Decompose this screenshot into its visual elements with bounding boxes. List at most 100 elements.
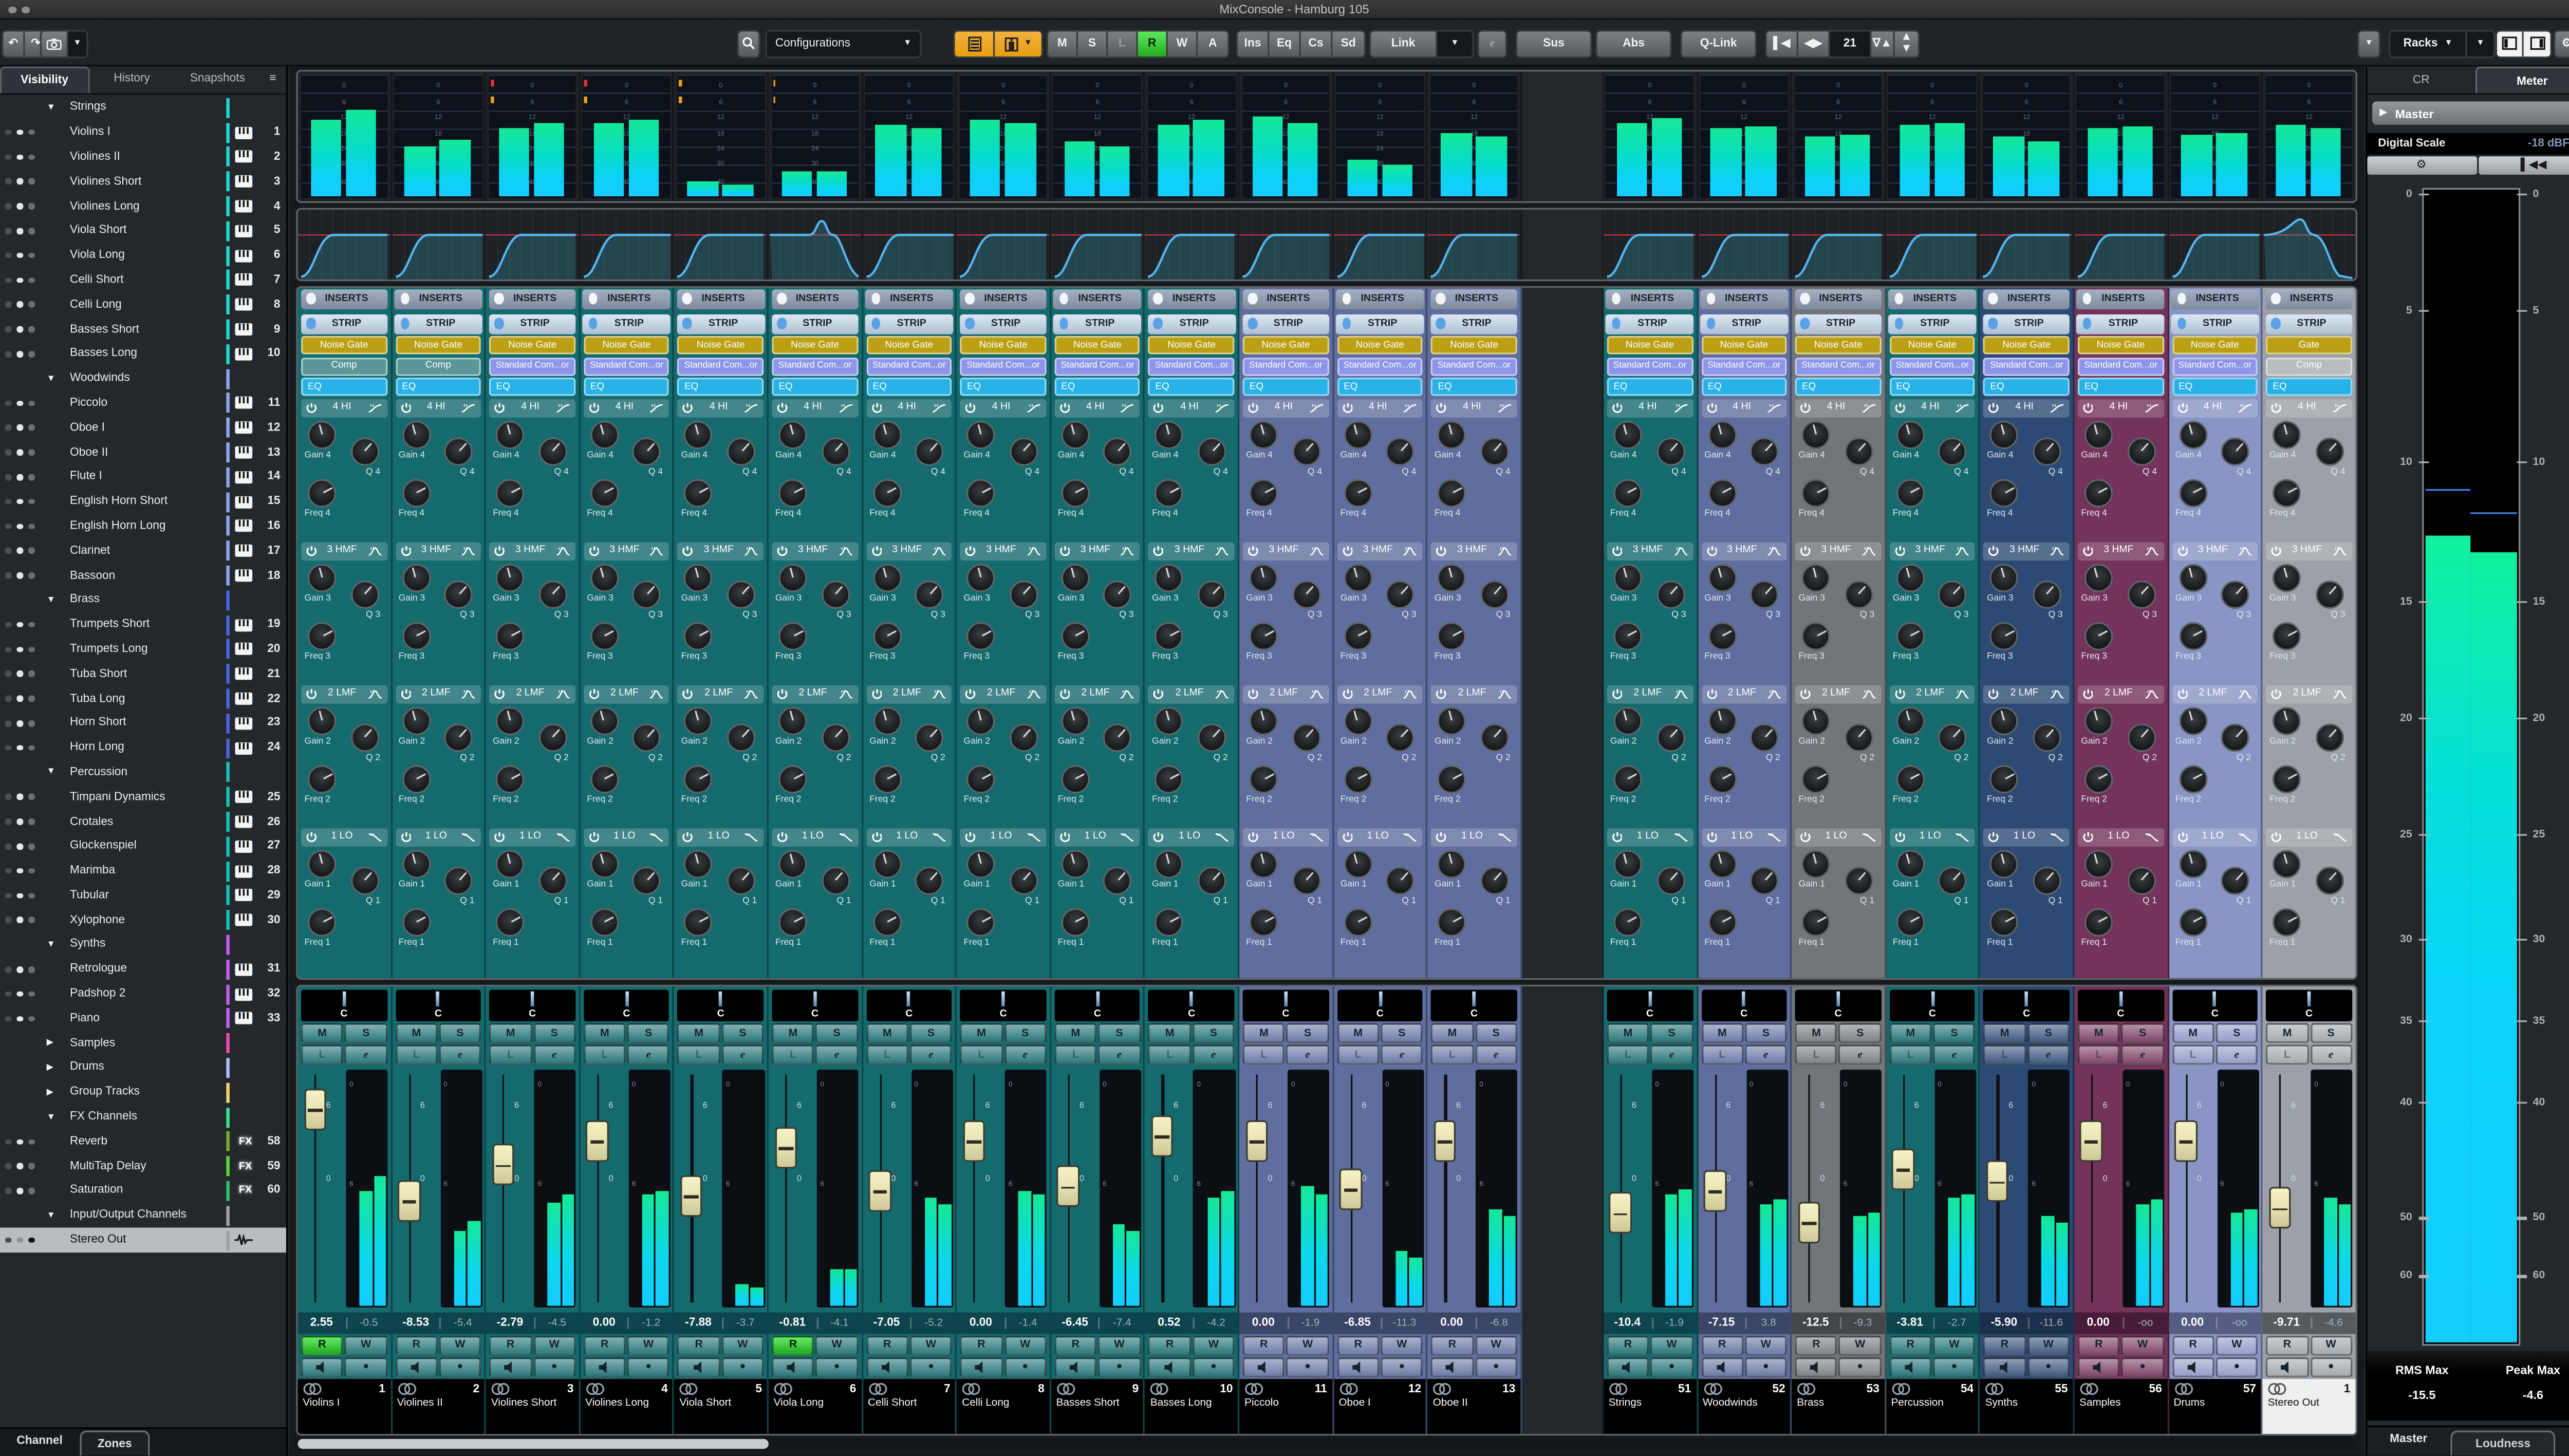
fader-track[interactable] <box>785 1075 788 1302</box>
peak-value[interactable]: -3.7 <box>722 1316 767 1329</box>
eq-curve-channel-basses-short[interactable] <box>1051 209 1146 279</box>
q-knob[interactable] <box>2315 436 2344 465</box>
eq-band-header-3-hmf[interactable]: 3 HMF <box>1431 542 1517 560</box>
navigate-icon[interactable]: ◀▶ <box>1798 30 1830 56</box>
state-dot[interactable] <box>5 744 11 751</box>
peak-value[interactable]: -5.4 <box>439 1316 484 1329</box>
state-dot[interactable] <box>5 154 11 160</box>
noise-gate-slot[interactable]: Noise Gate <box>1701 336 1787 354</box>
q-knob[interactable] <box>1939 866 1967 894</box>
record-enable-button[interactable]: ● <box>439 1356 481 1377</box>
zone-dropdown-arrow[interactable]: ▼ <box>2357 29 2381 58</box>
sidebar-item-tubular[interactable]: Tubular 29 <box>0 883 285 908</box>
freq-knob[interactable] <box>1249 907 1278 936</box>
fader-value[interactable]: -10.4 <box>1604 1317 1651 1329</box>
freq-knob[interactable] <box>1061 478 1090 507</box>
noise-gate-slot[interactable]: Noise Gate <box>1431 336 1517 354</box>
sidebar-item-bassoon[interactable]: Bassoon 18 <box>0 563 285 588</box>
q-knob[interactable] <box>350 436 379 465</box>
gain-knob[interactable] <box>1249 420 1278 449</box>
gain-knob[interactable] <box>1990 420 2019 449</box>
eq-slot[interactable]: EQ <box>1983 377 2070 396</box>
solo-button[interactable]: S <box>439 1023 481 1043</box>
solo-button[interactable]: S <box>1839 1023 1882 1043</box>
q-knob[interactable] <box>821 866 850 894</box>
freq-knob[interactable] <box>402 764 431 793</box>
solo-button[interactable]: S <box>533 1023 575 1043</box>
eq-band-header-1-lo[interactable]: 1 LO <box>1148 828 1235 846</box>
eq-slot[interactable]: EQ <box>1795 377 1882 396</box>
eq-band-header-4-hi[interactable]: 4 HI <box>1889 399 1976 417</box>
q-knob[interactable] <box>821 436 850 465</box>
sidebar-item-clarinet[interactable]: Clarinet 17 <box>0 539 285 564</box>
setup-gear-icon[interactable]: ⚙ <box>2554 29 2569 58</box>
gain-knob[interactable] <box>1438 706 1466 735</box>
state-dot[interactable] <box>5 671 11 677</box>
gain-knob[interactable] <box>402 706 431 735</box>
mute-button[interactable]: M <box>583 1023 626 1043</box>
eq-band-header-2-lmf[interactable]: 2 LMF <box>2172 685 2258 703</box>
gain-knob[interactable] <box>1438 563 1466 592</box>
compressor-slot[interactable]: Standard Com...or <box>2172 357 2258 376</box>
eq-band-header-4-hi[interactable]: 4 HI <box>583 399 670 417</box>
pan-control[interactable]: C <box>1054 988 1141 1021</box>
channel-state-button-r[interactable]: R <box>1138 30 1168 56</box>
gain-knob[interactable] <box>778 849 807 878</box>
eq-band-header-1-lo[interactable]: 1 LO <box>1795 828 1882 846</box>
write-automation-button[interactable]: W <box>815 1335 858 1355</box>
pan-control[interactable]: C <box>1607 988 1693 1021</box>
link-dropdown-arrow[interactable]: ▼ <box>1437 30 1473 56</box>
state-dot[interactable] <box>16 498 23 505</box>
eq-slot[interactable]: EQ <box>395 377 481 396</box>
sus-button[interactable]: Sus <box>1515 29 1592 58</box>
mute-button[interactable]: M <box>2266 1023 2309 1043</box>
tab-cr[interactable]: CR <box>2367 67 2476 94</box>
state-dot[interactable] <box>5 326 11 333</box>
freq-knob[interactable] <box>1990 478 2019 507</box>
monitor-button[interactable] <box>1701 1356 1743 1377</box>
q-knob[interactable] <box>538 722 567 751</box>
gain-knob[interactable] <box>967 563 996 592</box>
tab-visibility[interactable]: Visibility <box>0 66 89 92</box>
fader-value[interactable]: 0.52 <box>1145 1317 1193 1329</box>
q-knob[interactable] <box>727 436 756 465</box>
listen-button[interactable]: L <box>1889 1044 1932 1065</box>
eq-band-header-1-lo[interactable]: 1 LO <box>960 828 1047 846</box>
write-automation-button[interactable]: W <box>439 1335 481 1355</box>
noise-gate-slot[interactable]: Noise Gate <box>1889 336 1976 354</box>
fader-handle[interactable] <box>962 1119 985 1161</box>
read-automation-button[interactable]: R <box>960 1335 1003 1355</box>
gain-knob[interactable] <box>1896 849 1925 878</box>
state-dot[interactable] <box>5 991 11 997</box>
listen-button[interactable]: L <box>2172 1044 2214 1065</box>
eq-band-header-2-lmf[interactable]: 2 LMF <box>1889 685 1976 703</box>
freq-knob[interactable] <box>1707 764 1736 793</box>
state-dot[interactable] <box>28 252 34 259</box>
strip-header[interactable]: STRIP <box>1888 314 1977 334</box>
mute-button[interactable]: M <box>1701 1023 1743 1043</box>
sidebar-item-timpani-dynamics[interactable]: Timpani Dynamics 25 <box>0 785 285 810</box>
noise-gate-slot[interactable]: Noise Gate <box>583 336 670 354</box>
mute-button[interactable]: M <box>1148 1023 1191 1043</box>
state-dot[interactable] <box>5 1188 11 1194</box>
listen-button[interactable]: L <box>1337 1044 1380 1065</box>
state-dot[interactable] <box>5 1163 11 1170</box>
state-dot[interactable] <box>16 252 23 259</box>
state-dot[interactable] <box>28 277 34 284</box>
gain-knob[interactable] <box>2084 420 2113 449</box>
state-dot[interactable] <box>28 991 34 997</box>
q-knob[interactable] <box>2315 866 2344 894</box>
gain-knob[interactable] <box>778 420 807 449</box>
freq-knob[interactable] <box>1801 907 1831 936</box>
solo-button[interactable]: S <box>2216 1023 2258 1043</box>
eq-curve-channel-drums[interactable] <box>2168 209 2263 279</box>
compressor-slot[interactable]: Standard Com...or <box>1431 357 1517 376</box>
state-dot[interactable] <box>16 1163 23 1170</box>
freq-knob[interactable] <box>684 478 713 507</box>
state-dot[interactable] <box>16 179 23 185</box>
gain-knob[interactable] <box>1613 849 1642 878</box>
sidebar-item-percussion[interactable]: ▼ Percussion <box>0 760 285 785</box>
q-knob[interactable] <box>1386 722 1415 751</box>
compressor-slot[interactable]: Standard Com...or <box>1607 357 1693 376</box>
eq-band-header-1-lo[interactable]: 1 LO <box>1607 828 1693 846</box>
